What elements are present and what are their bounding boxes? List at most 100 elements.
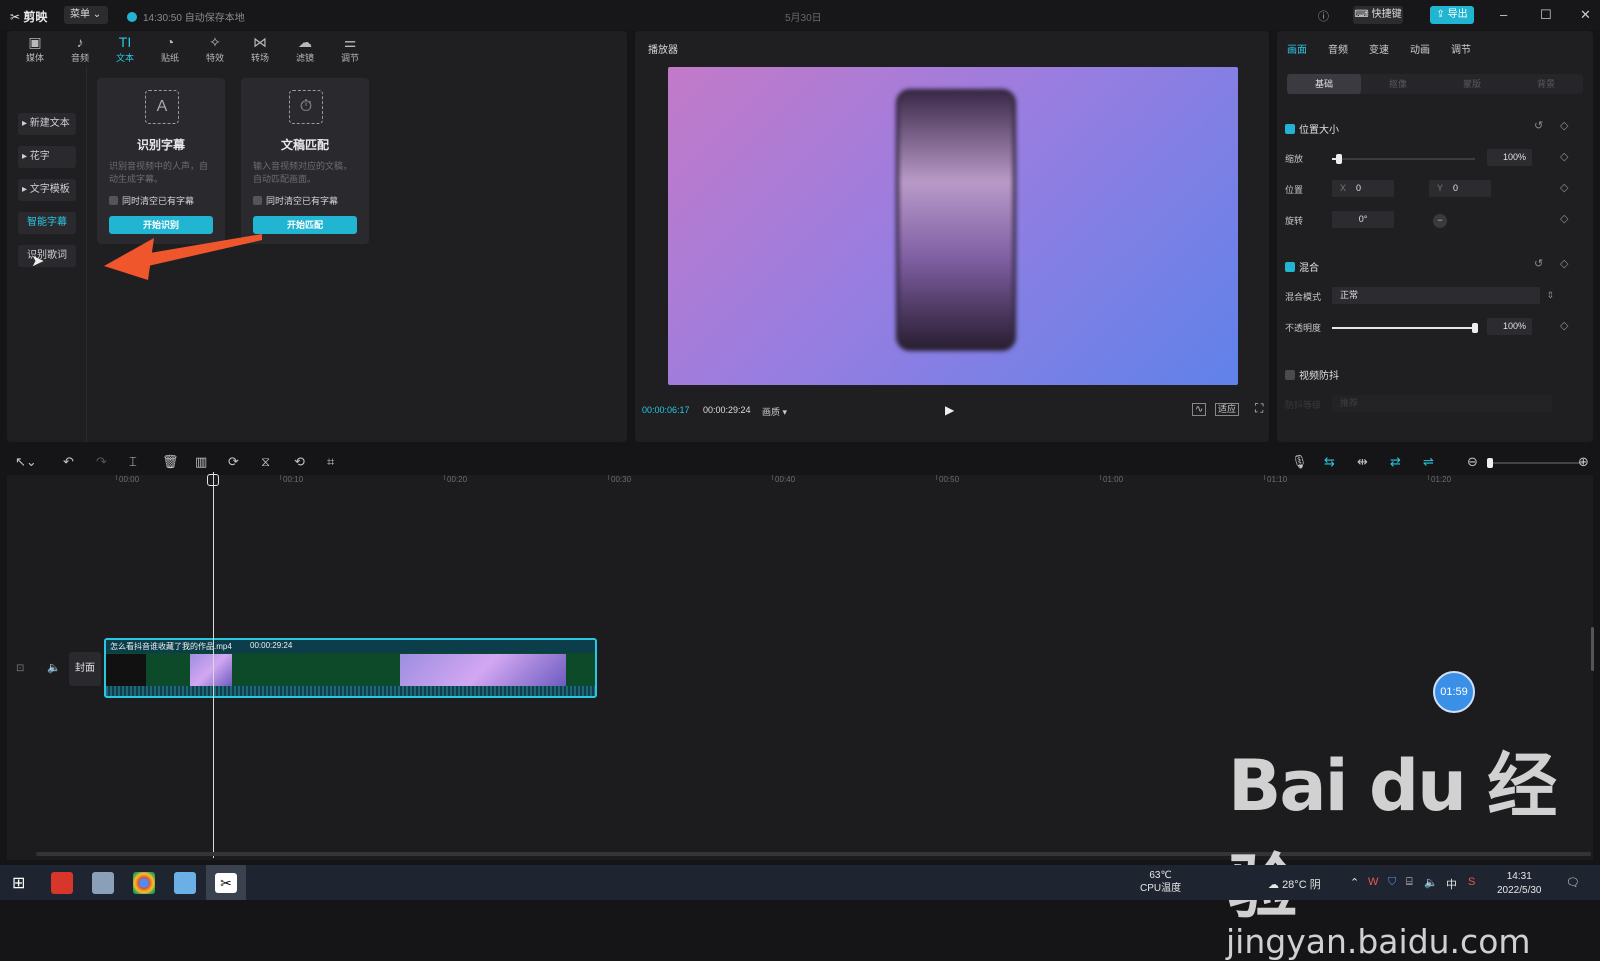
video-clip[interactable]: 怎么看抖音谁收藏了我的作品.mp4 00:00:29:24 xyxy=(104,638,597,698)
sidebar-item-fancy-text[interactable]: ▸ 花字 xyxy=(18,146,76,168)
opacity-slider-knob[interactable] xyxy=(1472,323,1478,333)
play-icon[interactable]: ▶ xyxy=(945,403,954,417)
sogou-icon[interactable]: S xyxy=(1468,876,1475,888)
chevron-up-icon[interactable]: ⌃ xyxy=(1350,876,1359,889)
opacity-slider[interactable] xyxy=(1332,323,1478,333)
rotate-input[interactable]: 0° xyxy=(1332,211,1394,228)
reset-icon[interactable]: ↺ xyxy=(1534,257,1543,270)
keyframe-icon[interactable]: ◇ xyxy=(1560,119,1568,132)
rotate-dial-icon[interactable]: − xyxy=(1433,214,1447,228)
main-track-magnet-icon[interactable]: ⇆ xyxy=(1324,454,1335,470)
start-icon[interactable]: ⊞ xyxy=(12,873,25,893)
stabilize-section[interactable]: 视频防抖 xyxy=(1285,367,1339,382)
wps-tray-icon[interactable]: W xyxy=(1368,876,1378,888)
reset-icon[interactable]: ↺ xyxy=(1534,119,1543,132)
select-cursor-icon[interactable]: ↖⌄ xyxy=(15,454,37,470)
tool-text[interactable]: TI 文本 xyxy=(103,31,147,65)
mirror-icon[interactable]: ⧖ xyxy=(261,454,270,470)
zoom-slider-knob[interactable] xyxy=(1487,458,1493,468)
notes-icon[interactable] xyxy=(174,872,196,894)
scale-slider[interactable] xyxy=(1332,154,1475,164)
capcut-taskbar-item[interactable]: ✂ xyxy=(206,865,246,900)
tool-effects[interactable]: ✧ 特效 xyxy=(193,31,237,65)
mute-icon[interactable]: 🔈 xyxy=(47,661,61,674)
tab-speed[interactable]: 变速 xyxy=(1369,41,1389,56)
blend-section[interactable]: 混合 xyxy=(1285,259,1319,274)
position-x-input[interactable]: X0 xyxy=(1332,180,1394,197)
maximize-icon[interactable]: ☐ xyxy=(1540,7,1552,23)
rotate-icon[interactable]: ⟲ xyxy=(294,454,305,470)
ime-indicator[interactable]: 中 xyxy=(1446,876,1457,892)
time-ruler[interactable]: 00:00 00:10 00:20 00:30 00:40 00:50 01:00 01:10… xyxy=(7,475,1593,489)
undo-icon[interactable]: ↶ xyxy=(63,454,74,470)
blend-mode-select[interactable]: 正常 ⇕ xyxy=(1332,287,1554,304)
menu-button[interactable]: 菜单 ⌄ xyxy=(64,6,108,24)
quality-dropdown[interactable]: 画质 ▾ xyxy=(762,405,787,418)
export-button[interactable]: ⇪ 导出 xyxy=(1430,6,1474,24)
delete-icon[interactable]: 🗑 xyxy=(162,454,179,470)
sidebar-item-lyrics[interactable]: 识别歌词 xyxy=(18,245,76,267)
zoom-in-icon[interactable]: ⊕ xyxy=(1578,454,1589,470)
opacity-input[interactable]: 100% xyxy=(1487,318,1532,335)
tab-animation[interactable]: 动画 xyxy=(1410,41,1430,56)
microphone-icon[interactable]: 🎙 xyxy=(1291,454,1308,470)
zoom-slider[interactable] xyxy=(1487,458,1583,468)
clock[interactable]: 14:31 2022/5/30 xyxy=(1497,870,1542,898)
subtab-mask[interactable]: 蒙版 xyxy=(1435,74,1509,94)
keyframe-icon[interactable]: ◇ xyxy=(1560,150,1568,163)
tool-sticker[interactable]: ◔ 贴纸 xyxy=(148,31,192,65)
snap-icon[interactable]: ⇹ xyxy=(1357,454,1368,470)
cpu-temp-widget[interactable]: 63℃ CPU温度 xyxy=(1140,869,1181,895)
fullscreen-icon[interactable]: ⛶ xyxy=(1255,401,1263,416)
subtab-background[interactable]: 背景 xyxy=(1509,74,1583,94)
playhead-handle[interactable] xyxy=(207,474,219,486)
sidebar-item-new-text[interactable]: ▸ 新建文本 xyxy=(18,113,76,135)
subtab-basic[interactable]: 基础 xyxy=(1287,74,1361,94)
volume-icon[interactable]: 🔈 xyxy=(1424,876,1438,889)
ratio-button[interactable]: 适应 xyxy=(1215,403,1240,416)
subtab-chroma[interactable]: 抠像 xyxy=(1361,74,1435,94)
file-explorer-icon[interactable] xyxy=(92,872,114,894)
reverse-icon[interactable]: ⟳ xyxy=(228,454,239,470)
keyframe-icon[interactable]: ◇ xyxy=(1560,319,1568,332)
waveform-icon[interactable]: ∿ xyxy=(1192,403,1207,416)
shield-icon[interactable]: ⛉ xyxy=(1388,876,1396,889)
position-size-section[interactable]: 位置大小 xyxy=(1285,121,1339,136)
clear-subtitles-checkbox[interactable]: 同时清空已有字幕 xyxy=(109,194,194,207)
tab-adjust[interactable]: 调节 xyxy=(1451,41,1471,56)
split-icon[interactable]: ⌶ xyxy=(129,454,137,470)
notification-icon[interactable]: 🗨 xyxy=(1566,876,1580,889)
close-icon[interactable]: ✕ xyxy=(1580,7,1591,23)
scale-input[interactable]: 100% xyxy=(1487,149,1532,166)
minimize-icon[interactable]: – xyxy=(1500,7,1507,22)
tool-transition[interactable]: ⋈ 转场 xyxy=(238,31,282,65)
tool-filter[interactable]: ☁ 滤镜 xyxy=(283,31,327,65)
keyframe-icon[interactable]: ◇ xyxy=(1560,181,1568,194)
keyframe-icon[interactable]: ◇ xyxy=(1560,257,1568,270)
track-lock-icon[interactable]: ⊡ xyxy=(16,663,24,674)
tool-media[interactable]: ▣ 媒体 xyxy=(13,31,57,65)
position-y-input[interactable]: Y0 xyxy=(1429,180,1491,197)
sidebar-item-smart-subtitle[interactable]: 智能字幕 xyxy=(18,212,76,234)
playhead[interactable] xyxy=(213,472,214,858)
vertical-scrollbar[interactable] xyxy=(1591,627,1594,671)
video-preview[interactable] xyxy=(668,67,1238,385)
help-icon[interactable]: ⓘ xyxy=(1318,8,1329,24)
network-icon[interactable]: ⌸ xyxy=(1406,876,1413,889)
preview-axis-icon[interactable]: ⇌ xyxy=(1423,454,1434,470)
freeze-icon[interactable]: ▥ xyxy=(195,454,207,470)
shortcut-button[interactable]: ⌨ 快捷键 xyxy=(1353,6,1403,24)
scale-slider-knob[interactable] xyxy=(1336,154,1343,164)
tool-adjust[interactable]: ⚌ 调节 xyxy=(328,31,372,65)
crop-icon[interactable]: ⌗ xyxy=(327,454,334,470)
sidebar-item-text-template[interactable]: ▸ 文字模板 xyxy=(18,179,76,201)
tab-audio[interactable]: 音频 xyxy=(1328,41,1348,56)
keyframe-icon[interactable]: ◇ xyxy=(1560,212,1568,225)
wps-icon[interactable] xyxy=(51,872,73,894)
tool-audio[interactable]: ♪ 音频 xyxy=(58,31,102,65)
cover-button[interactable]: 封面 xyxy=(69,652,101,686)
tab-picture[interactable]: 画面 xyxy=(1287,41,1307,56)
clear-subtitles-checkbox[interactable]: 同时清空已有字幕 xyxy=(253,194,338,207)
chrome-icon[interactable] xyxy=(133,872,155,894)
zoom-out-icon[interactable]: ⊖ xyxy=(1467,454,1478,470)
